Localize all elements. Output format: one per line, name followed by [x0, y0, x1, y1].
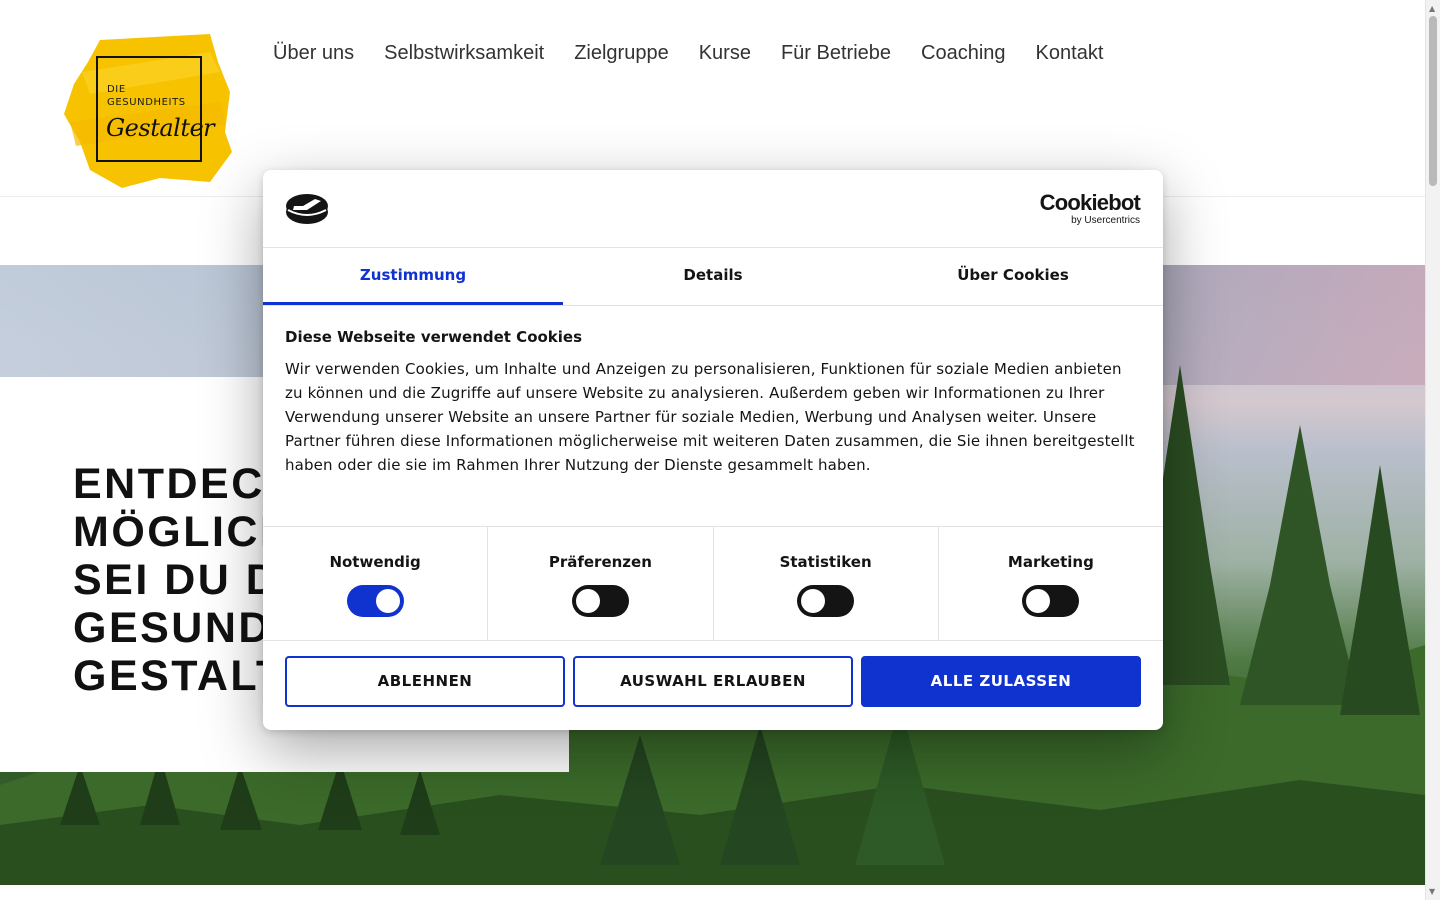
nav-item-kurse[interactable]: Kurse	[699, 42, 751, 65]
tab-details[interactable]: Details	[563, 248, 863, 305]
tab-ueber-cookies[interactable]: Über Cookies	[863, 248, 1163, 305]
logo-text-die: DIE	[107, 84, 126, 95]
logo-text-gestalter: Gestalter	[106, 114, 215, 142]
toggle-knob	[575, 589, 600, 613]
nav-item-zielgruppe[interactable]: Zielgruppe	[574, 42, 669, 65]
logo-text-gesundheits: GESUNDHEITS	[107, 97, 186, 108]
cookie-dialog-actions: ABLEHNEN AUSWAHL ERLAUBEN ALLE ZULASSEN	[285, 656, 1141, 707]
nav-item-coaching[interactable]: Coaching	[921, 42, 1006, 65]
main-nav: Über uns Selbstwirksamkeit Zielgruppe Ku…	[273, 42, 1133, 65]
toggle-group-praeferenzen: Präferenzen	[488, 527, 714, 640]
toggle-group-notwendig: Notwendig	[263, 527, 489, 640]
hero-heading-line: GESUNDH	[73, 604, 268, 652]
cookie-dialog-title: Diese Webseite verwendet Cookies	[285, 328, 583, 346]
toggle-group-statistiken: Statistiken	[714, 527, 939, 640]
toggle-marketing[interactable]	[1022, 585, 1080, 617]
hero-heading-line: SEI DU DI	[73, 556, 268, 604]
toggle-group-marketing: Marketing	[939, 527, 1163, 640]
decline-button[interactable]: ABLEHNEN	[285, 656, 565, 707]
logo-frame	[96, 56, 202, 162]
toggle-knob	[801, 589, 826, 613]
cookie-consent-dialog: Cookiebot by Usercentrics Zustimmung Det…	[263, 170, 1163, 730]
cookie-dialog-tabs: Zustimmung Details Über Cookies	[263, 248, 1163, 306]
cookiebot-badge-icon	[286, 194, 328, 224]
nav-item-ueber-uns[interactable]: Über uns	[273, 42, 354, 65]
toggle-label-marketing: Marketing	[1007, 553, 1094, 571]
scroll-up-arrow-icon[interactable]: ▲	[1429, 4, 1435, 13]
scroll-down-arrow-icon[interactable]: ▼	[1429, 887, 1435, 896]
scrollbar-thumb[interactable]	[1429, 16, 1437, 186]
nav-item-selbstwirksamkeit[interactable]: Selbstwirksamkeit	[384, 42, 544, 65]
toggle-praeferenzen[interactable]	[571, 585, 629, 617]
cookie-dialog-header: Cookiebot by Usercentrics	[263, 170, 1163, 248]
nav-item-kontakt[interactable]: Kontakt	[1036, 42, 1104, 65]
toggle-label-statistiken: Statistiken	[779, 553, 872, 571]
site-header: DIE GESUNDHEITS Gestalter Über uns Selbs…	[0, 0, 1425, 197]
hero-heading-line: GESTALT	[73, 652, 268, 700]
site-logo[interactable]: DIE GESUNDHEITS Gestalter	[60, 32, 232, 190]
toggle-knob	[1026, 589, 1051, 613]
cookie-category-toggles: Notwendig Präferenzen Statistiken Market…	[263, 526, 1163, 641]
toggle-notwendig[interactable]	[346, 585, 404, 617]
cookie-dialog-description: Wir verwenden Cookies, um Inhalte und An…	[285, 360, 1135, 474]
toggle-statistiken[interactable]	[797, 585, 855, 617]
toggle-knob	[375, 589, 400, 613]
toggle-label-praeferenzen: Präferenzen	[548, 553, 652, 571]
cookiebot-brand-sub: by Usercentrics	[1071, 215, 1140, 226]
allow-all-button[interactable]: ALLE ZULASSEN	[861, 656, 1141, 707]
nav-item-fuer-betriebe[interactable]: Für Betriebe	[781, 42, 891, 65]
hero-heading-line: MÖGLICH	[73, 508, 273, 556]
toggle-label-notwendig: Notwendig	[329, 553, 421, 571]
hero-heading-line: ENTDECK	[73, 460, 273, 508]
page-scrollbar[interactable]: ▲ ▼	[1425, 0, 1440, 900]
cookiebot-brand-name: Cookiebot	[1039, 190, 1141, 215]
allow-selection-button[interactable]: AUSWAHL ERLAUBEN	[573, 656, 853, 707]
tab-zustimmung[interactable]: Zustimmung	[263, 248, 563, 305]
cookiebot-brand: Cookiebot by Usercentrics	[1039, 190, 1141, 227]
cookie-dialog-body: Diese Webseite verwendet Cookies Wir ver…	[285, 328, 1141, 477]
